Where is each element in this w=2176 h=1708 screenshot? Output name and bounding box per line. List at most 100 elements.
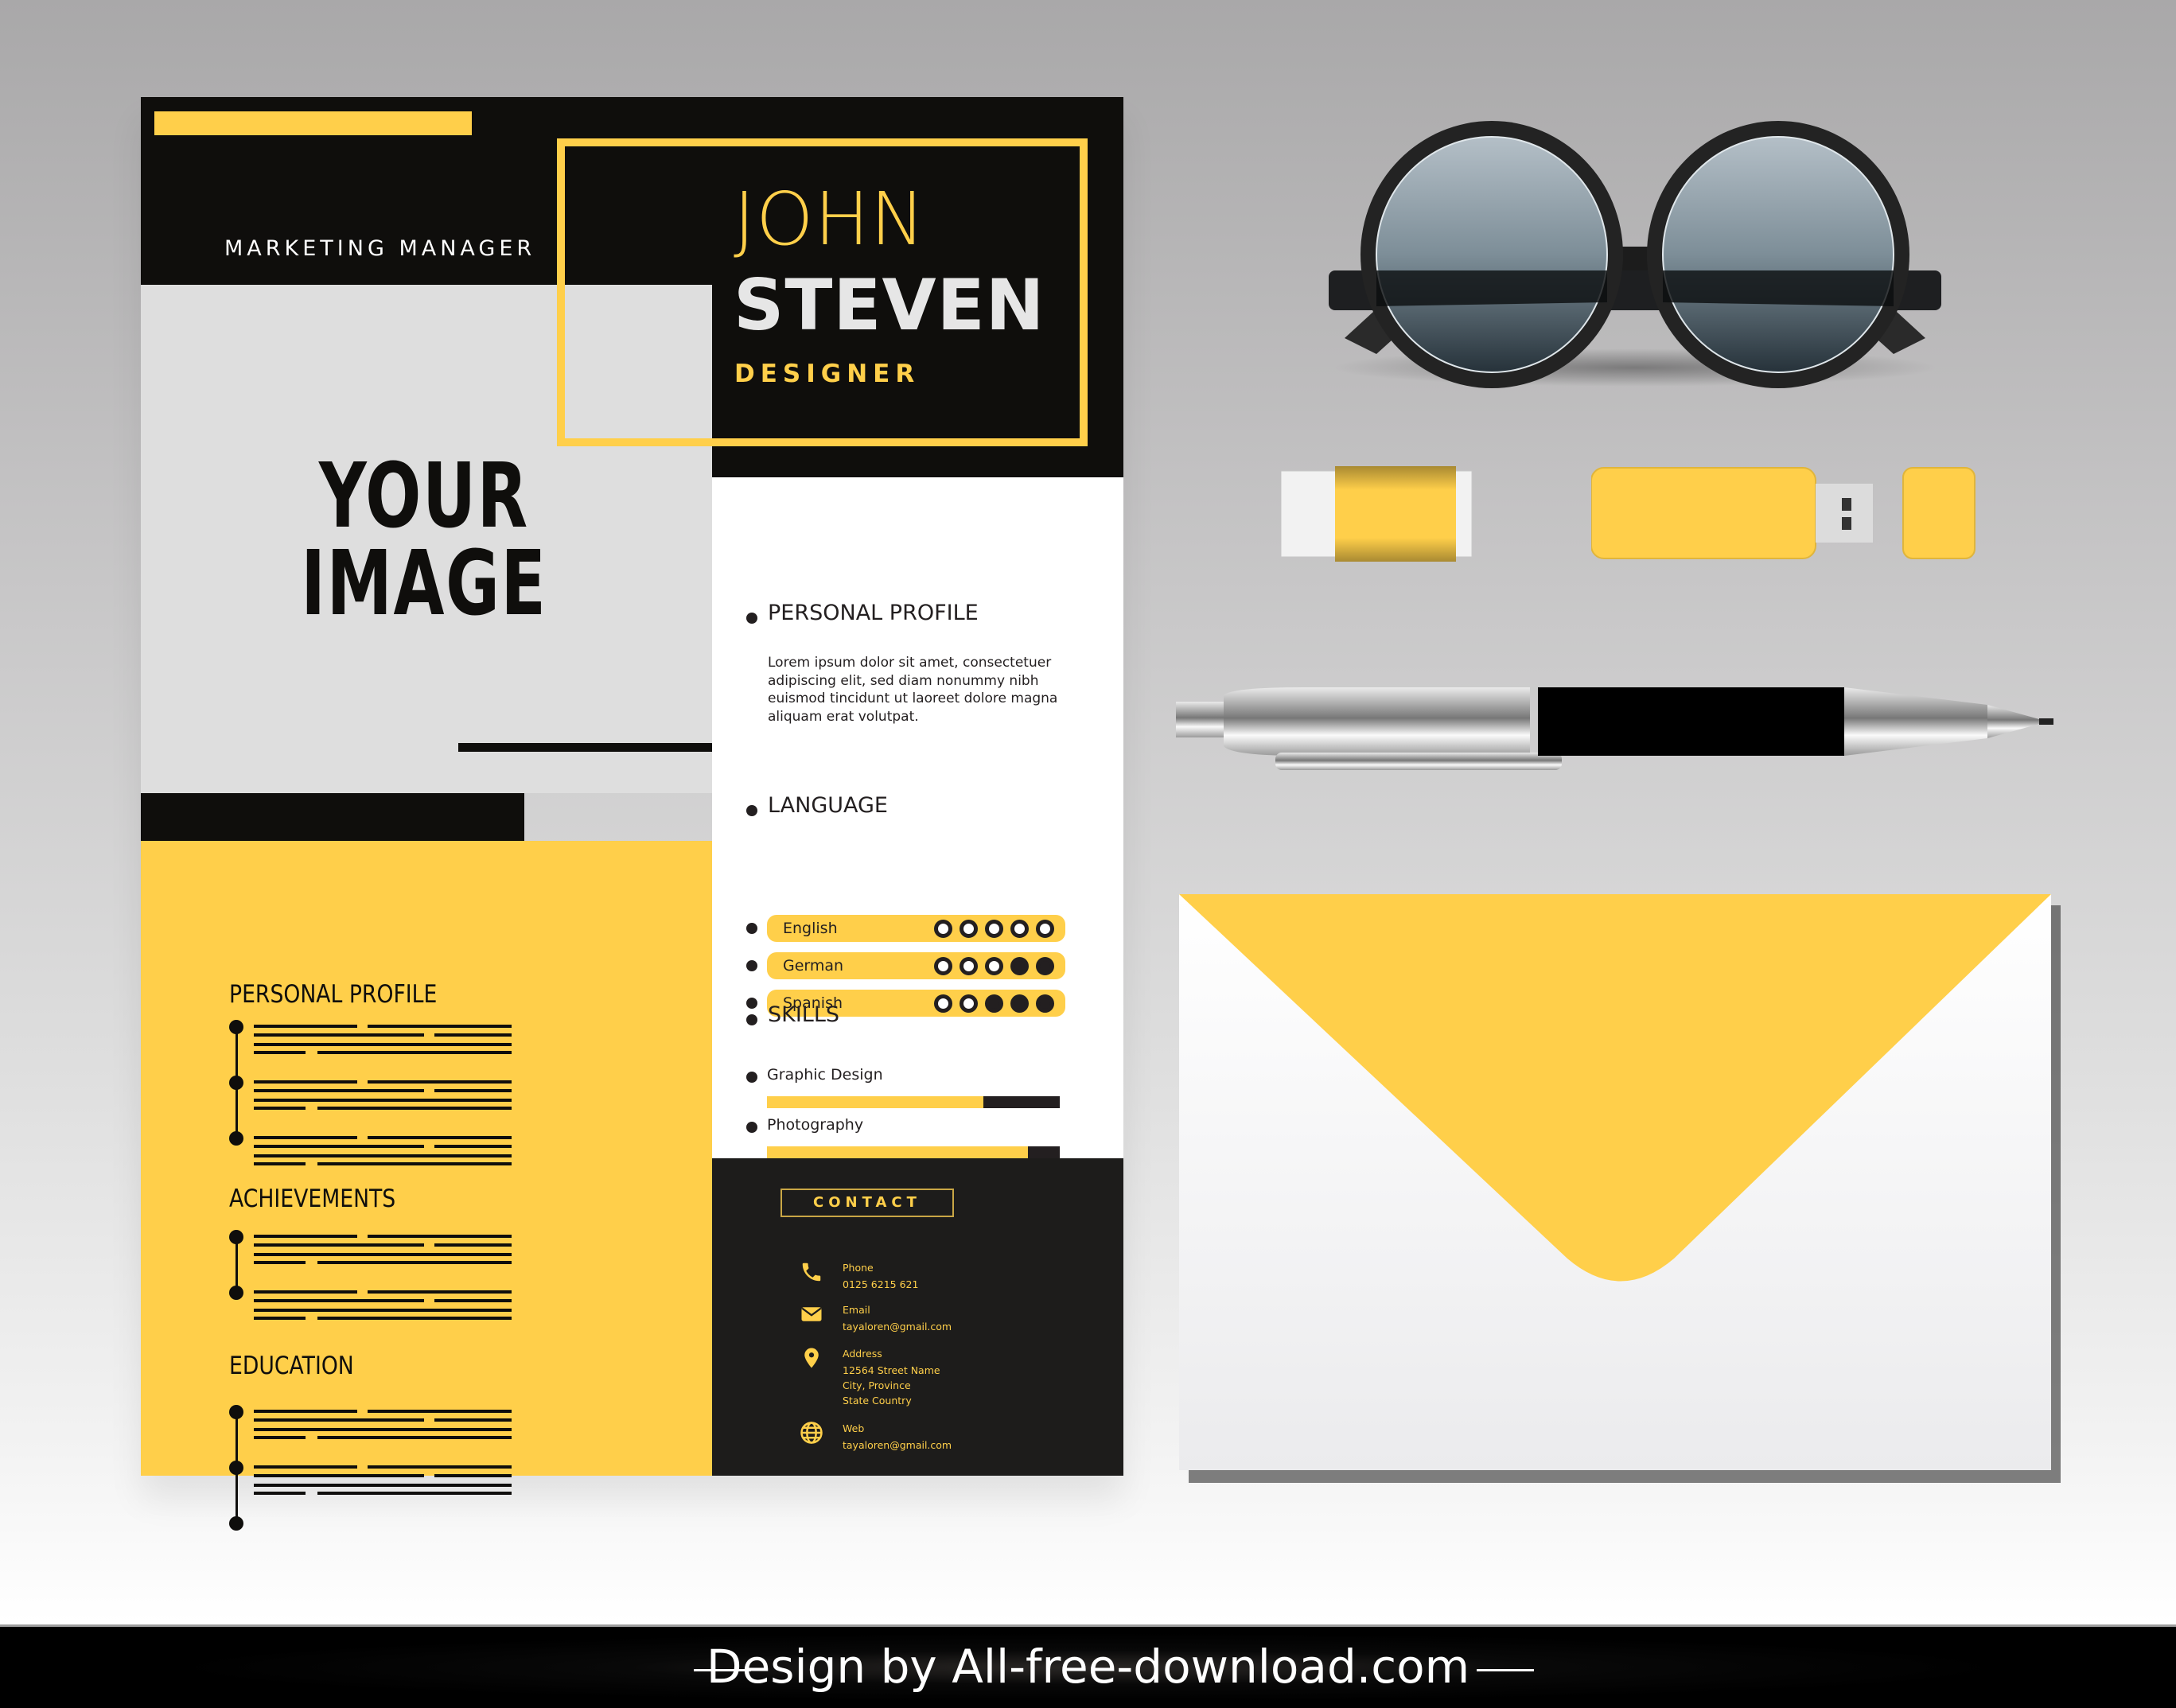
placeholder-line (254, 1145, 424, 1148)
placeholder-line (434, 1474, 512, 1477)
placeholder-line (368, 1235, 512, 1238)
bullet-icon (746, 960, 757, 971)
placeholder-line (434, 1089, 512, 1092)
placeholder-line (368, 1025, 512, 1028)
language-item: English (746, 915, 1080, 942)
placeholder-line (434, 1418, 512, 1422)
language-rating (934, 920, 1054, 938)
rating-dot-empty (1036, 920, 1054, 938)
image-placeholder-line1: YOUR (318, 445, 529, 548)
contact-label: Email (843, 1304, 870, 1316)
placeholder-line (254, 1136, 357, 1139)
placeholder-line (254, 1080, 357, 1084)
placeholder-line (254, 1261, 306, 1264)
skill-progress-bar (767, 1096, 1060, 1108)
placeholder-line (254, 1474, 424, 1477)
placeholder-line (254, 1418, 424, 1422)
placeholder-line (317, 1107, 512, 1110)
section-heading-education: EDUCATION (229, 1352, 354, 1380)
timeline-dot (229, 1230, 243, 1244)
skill-progress-bar (767, 1146, 1060, 1158)
bullet-icon (746, 923, 757, 934)
timeline-personal-profile (229, 1020, 524, 1165)
placeholder-line (368, 1080, 512, 1084)
placeholder-line (368, 1290, 512, 1294)
placeholder-line (254, 1235, 357, 1238)
right-content-section: PERSONAL PROFILE Lorem ipsum dolor sit a… (712, 477, 1123, 1255)
timeline-line (236, 1237, 238, 1293)
bullet-icon (746, 613, 757, 624)
bullet-icon (746, 1072, 757, 1083)
language-name: German (783, 957, 844, 975)
rating-dot-empty (960, 994, 978, 1013)
placeholder-line (317, 1492, 512, 1495)
placeholder-text-lines (254, 1136, 512, 1171)
placeholder-line (254, 1089, 424, 1092)
language-pill: English (767, 915, 1065, 942)
image-placeholder-text[interactable]: YOUR IMAGE (190, 445, 659, 628)
footer-banner: Design by All-free-download.com (0, 1624, 2176, 1708)
contact-section: CONTACT Phone 0125 6215 621 Email tayalo… (712, 1158, 1123, 1476)
usb-flash-drive-icon (1591, 467, 1976, 559)
left-yellow-section: PERSONAL PROFILE ACHIEVEMENTS EDUCATION (141, 841, 712, 1531)
location-pin-icon (804, 1348, 819, 1368)
bullet-icon (746, 1122, 757, 1133)
language-name: English (783, 920, 838, 937)
rating-dot-empty (985, 957, 1003, 975)
placeholder-text-lines (254, 1410, 512, 1445)
footer-dash-right (1477, 1669, 1534, 1671)
placeholder-line (254, 1154, 512, 1157)
skill-name: Graphic Design (767, 1066, 883, 1084)
language-rating (934, 957, 1054, 975)
eraser-icon (1281, 466, 1473, 562)
rating-dot-filled (1036, 994, 1054, 1013)
rating-dot-empty (960, 920, 978, 938)
footer-credit[interactable]: Design by All-free-download.com (0, 1640, 2176, 1694)
contact-value: tayaloren@gmail.com (843, 1321, 952, 1333)
placeholder-text-lines (254, 1465, 512, 1500)
contact-label: Phone (843, 1262, 874, 1274)
timeline-dot (229, 1076, 243, 1090)
placeholder-line (254, 1107, 306, 1110)
timeline-dot (229, 1461, 243, 1475)
timeline-dot (229, 1020, 243, 1034)
timeline-dot (229, 1516, 243, 1531)
placeholder-line (254, 1290, 357, 1294)
placeholder-line (368, 1465, 512, 1469)
section-heading-personal-profile: PERSONAL PROFILE (229, 980, 438, 1009)
placeholder-line (254, 1051, 306, 1054)
placeholder-line (254, 1162, 306, 1165)
placeholder-line (434, 1145, 512, 1148)
bullet-icon (746, 1014, 757, 1025)
placeholder-line (254, 1043, 512, 1046)
placeholder-line (368, 1136, 512, 1139)
contact-label: Web (843, 1422, 865, 1434)
rating-dot-empty (934, 957, 952, 975)
placeholder-line (254, 1465, 357, 1469)
bullet-icon (746, 805, 757, 816)
globe-icon (800, 1422, 823, 1444)
placeholder-line (434, 1033, 512, 1037)
timeline-education (229, 1405, 524, 1531)
placeholder-line (317, 1051, 512, 1054)
placeholder-line (254, 1436, 306, 1439)
rating-dot-empty (960, 957, 978, 975)
job-title: DESIGNER (734, 360, 921, 388)
placeholder-line (254, 1317, 306, 1320)
contact-value: tayaloren@gmail.com (843, 1439, 952, 1451)
heading-language: LANGUAGE (768, 793, 888, 818)
contact-value: 0125 6215 621 (843, 1278, 919, 1290)
resume-document: MARKETING MANAGER JOHN STEVEN DESIGNER Y… (141, 97, 1123, 1531)
section-heading-achievements: ACHIEVEMENTS (229, 1185, 396, 1213)
pen-icon (1176, 687, 2053, 770)
placeholder-line (254, 1492, 306, 1495)
profile-text: Lorem ipsum dolor sit amet, consectetuer… (768, 655, 1058, 725)
last-name: STEVEN (734, 264, 1045, 346)
rating-dot-filled (985, 994, 1003, 1013)
phone-icon (802, 1263, 821, 1282)
placeholder-line (254, 1033, 424, 1037)
heading-skills: SKILLS (768, 1002, 840, 1027)
placeholder-line (254, 1025, 357, 1028)
placeholder-text-lines (254, 1290, 512, 1325)
timeline-dot (229, 1405, 243, 1419)
